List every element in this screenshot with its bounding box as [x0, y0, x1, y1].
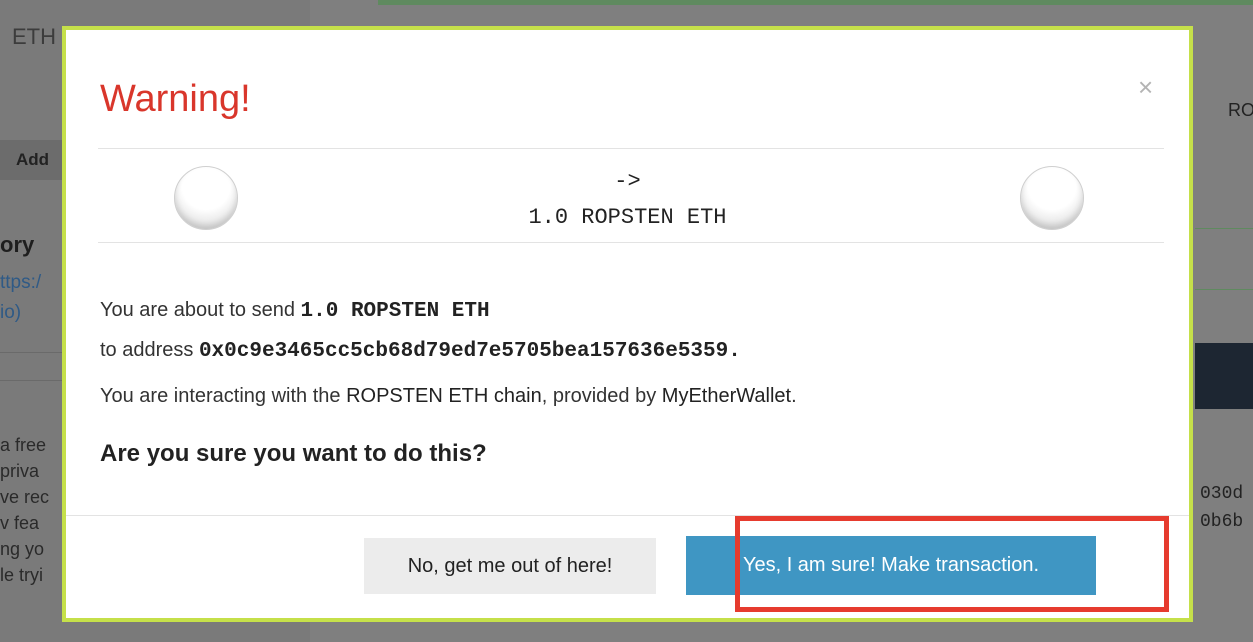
provider-name: MyEtherWallet — [661, 385, 792, 407]
background-add-label: Add — [16, 150, 50, 169]
cancel-button[interactable]: No, get me out of here! — [364, 538, 656, 594]
background-code-line: 030d — [1200, 484, 1244, 504]
send-amount-prefix: You are about to send — [100, 299, 301, 321]
background-dark-button — [1195, 343, 1253, 409]
recipient-address-line: to address 0x0c9e3465cc5cb68d79ed7e5705b… — [100, 339, 741, 363]
warning-modal: Warning! × -> 1.0 ROPSTEN ETH You are ab… — [62, 26, 1193, 622]
close-icon[interactable]: × — [1138, 72, 1153, 103]
confirmation-question: Are you sure you want to do this? — [100, 440, 487, 467]
background-history-heading: ory — [0, 232, 35, 257]
background-code-line: 0b6b — [1200, 512, 1244, 532]
confirm-transaction-button[interactable]: Yes, I am sure! Make transaction. — [686, 536, 1096, 595]
chain-name: ROPSTEN ETH chain — [346, 385, 542, 407]
background-top-bar — [378, 0, 1253, 5]
background-input-box — [1195, 228, 1253, 290]
modal-divider — [98, 242, 1164, 243]
chain-info-prefix: You are interacting with the — [100, 385, 347, 407]
recipient-address-prefix: to address — [100, 339, 199, 361]
chain-info-suffix: . — [791, 385, 797, 407]
background-link-1: ttps:/ — [0, 272, 42, 293]
send-amount-line: You are about to send 1.0 ROPSTEN ETH — [100, 299, 490, 323]
chain-info-line: You are interacting with the ROPSTEN ETH… — [100, 385, 797, 408]
recipient-address-value: 0x0c9e3465cc5cb68d79ed7e5705bea157636e53… — [198, 340, 741, 363]
to-address-identicon — [1020, 166, 1084, 230]
modal-divider — [98, 148, 1164, 149]
background-link-2: io) — [0, 302, 22, 323]
modal-footer-divider — [66, 515, 1189, 516]
background-ro-label: RO — [1228, 100, 1253, 120]
background-eth-label: ETH — [12, 24, 56, 49]
send-amount-value: 1.0 ROPSTEN ETH — [300, 300, 490, 323]
modal-title: Warning! — [100, 78, 251, 120]
chain-info-middle: , provided by — [541, 385, 662, 407]
transfer-amount: 1.0 ROPSTEN ETH — [528, 205, 727, 230]
